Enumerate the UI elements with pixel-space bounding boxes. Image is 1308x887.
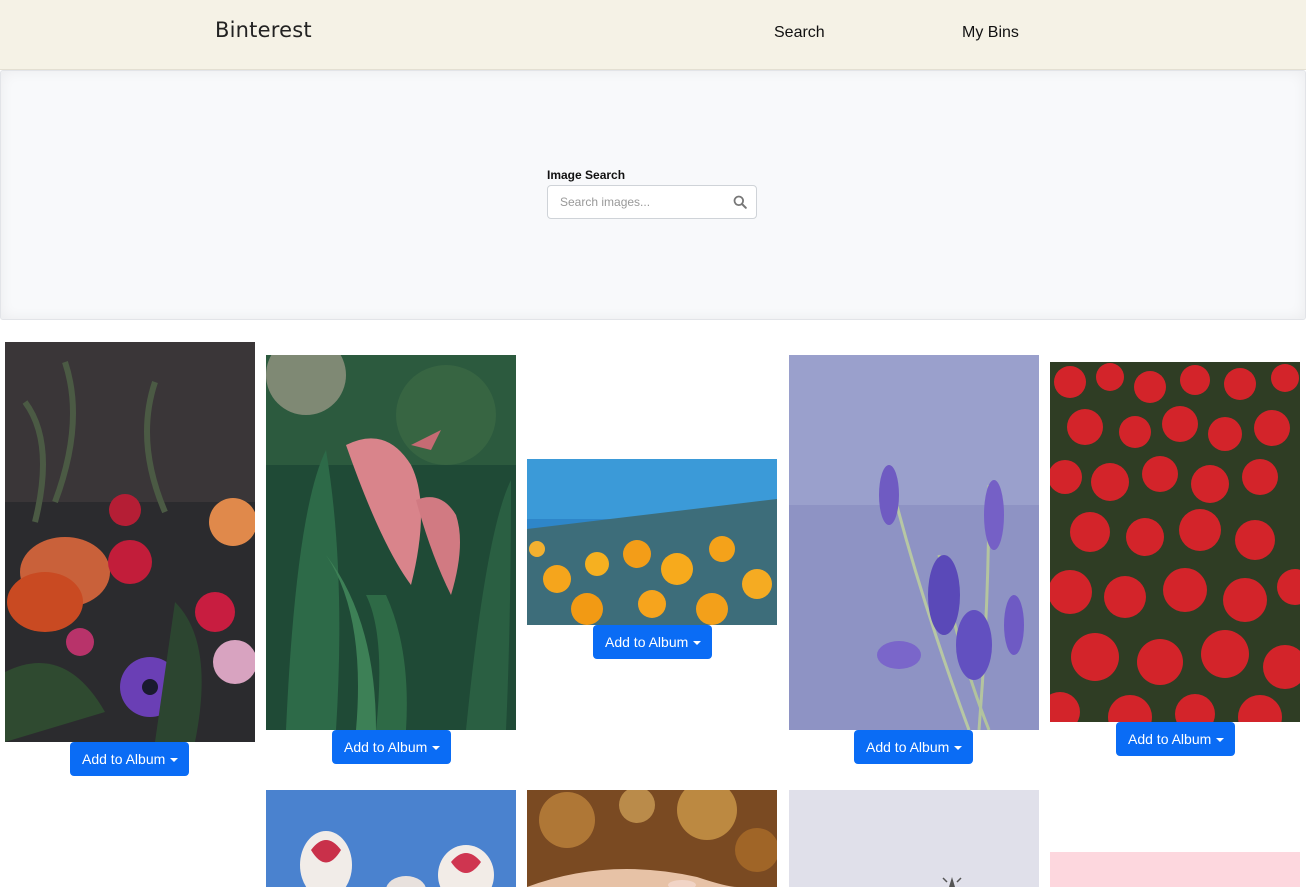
chevron-down-icon xyxy=(693,641,702,646)
brand-logo[interactable]: Binterest xyxy=(215,18,312,42)
add-to-album-button[interactable]: Add to Album xyxy=(593,625,712,659)
add-to-album-label: Add to Album xyxy=(605,634,689,650)
flower-image[interactable] xyxy=(789,355,1039,730)
image-search-label: Image Search xyxy=(547,168,626,182)
chevron-down-icon xyxy=(954,746,963,751)
add-to-album-button[interactable]: Add to Album xyxy=(854,730,973,764)
nav-search-link[interactable]: Search xyxy=(774,24,825,42)
add-to-album-button[interactable]: Add to Album xyxy=(70,742,189,776)
flower-image[interactable] xyxy=(266,355,516,730)
chevron-down-icon xyxy=(170,758,179,763)
search-icon[interactable] xyxy=(733,195,747,209)
add-to-album-label: Add to Album xyxy=(866,739,950,755)
flower-image[interactable] xyxy=(789,790,1039,887)
chevron-down-icon xyxy=(432,746,441,751)
flower-image[interactable] xyxy=(1050,852,1300,887)
add-to-album-label: Add to Album xyxy=(1128,731,1212,747)
top-navbar: Binterest Search My Bins xyxy=(0,0,1306,70)
chevron-down-icon xyxy=(1216,738,1225,743)
search-input[interactable] xyxy=(548,186,730,218)
flower-image[interactable] xyxy=(266,790,516,887)
search-field[interactable] xyxy=(547,185,757,219)
add-to-album-button[interactable]: Add to Album xyxy=(332,730,451,764)
add-to-album-label: Add to Album xyxy=(82,751,166,767)
add-to-album-button[interactable]: Add to Album xyxy=(1116,722,1235,756)
flower-image[interactable] xyxy=(527,790,777,887)
flower-image[interactable] xyxy=(527,459,777,625)
flower-image[interactable] xyxy=(1050,362,1300,722)
add-to-album-label: Add to Album xyxy=(344,739,428,755)
flower-image[interactable] xyxy=(5,342,255,742)
nav-my-bins-link[interactable]: My Bins xyxy=(962,24,1019,42)
